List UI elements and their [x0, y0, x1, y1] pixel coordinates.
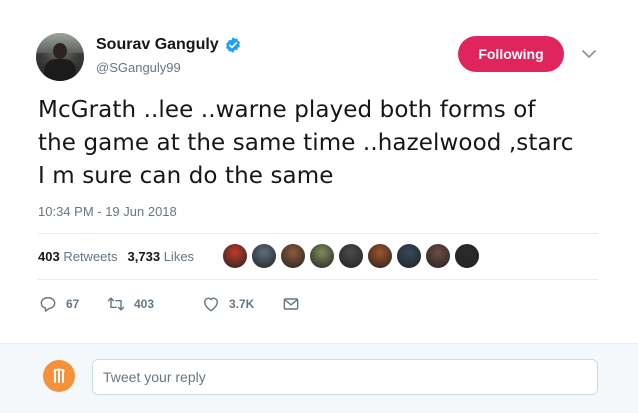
reply-area	[0, 343, 638, 413]
author-avatar[interactable]	[36, 33, 84, 81]
tweet-text-line: I m sure can do the same	[38, 163, 334, 189]
direct-message-action[interactable]	[281, 294, 309, 314]
likes-count: 3,733	[127, 248, 161, 264]
author-display-name[interactable]: Sourav Ganguly	[96, 36, 219, 54]
likes-stat[interactable]: 3,733 Likes	[128, 249, 195, 264]
liker-avatar[interactable]	[396, 243, 422, 269]
reply-user-avatar	[43, 360, 75, 392]
like-action[interactable]: 3.7K	[201, 294, 281, 314]
tweet-text-line: McGrath ..lee ..warne played both forms …	[38, 97, 536, 123]
tweet-text: McGrath ..lee ..warne played both forms …	[38, 94, 608, 193]
tweet-card: Sourav Ganguly @SGanguly99 Following McG…	[0, 0, 638, 343]
liker-avatar[interactable]	[425, 243, 451, 269]
liker-avatar[interactable]	[309, 243, 335, 269]
liker-avatar[interactable]	[338, 243, 364, 269]
chevron-down-icon[interactable]	[580, 47, 598, 61]
like-count: 3.7K	[229, 297, 255, 311]
avatar-body	[44, 59, 76, 81]
retweet-count: 403	[134, 297, 155, 311]
tweet-stats: 403 Retweets 3,733 Likes	[38, 240, 204, 272]
verified-badge-icon	[225, 37, 240, 53]
retweets-count: 403	[38, 248, 60, 264]
wickets-logo-icon	[53, 368, 65, 383]
divider	[38, 233, 598, 234]
retweet-action[interactable]: 403	[106, 294, 201, 314]
retweet-icon	[107, 297, 125, 311]
message-icon	[283, 298, 299, 310]
reply-icon	[40, 297, 56, 312]
reply-action[interactable]: 67	[38, 294, 106, 314]
author-handle[interactable]: @SGanguly99	[96, 60, 181, 75]
liker-avatar[interactable]	[251, 243, 277, 269]
liker-avatar[interactable]	[222, 243, 248, 269]
tweet-actions: 67 403 3.7K	[38, 291, 309, 317]
liker-avatar[interactable]	[280, 243, 306, 269]
retweets-stat[interactable]: 403 Retweets	[38, 249, 118, 264]
tweet-timestamp[interactable]: 10:34 PM - 19 Jun 2018	[38, 204, 177, 219]
author-name-row[interactable]: Sourav Ganguly	[96, 36, 242, 54]
reply-input[interactable]	[92, 359, 598, 395]
divider	[38, 279, 598, 280]
retweets-label: Retweets	[63, 248, 118, 264]
liker-avatar[interactable]	[367, 243, 393, 269]
tweet-text-line: the game at the same time ..hazelwood ,s…	[38, 130, 574, 156]
liker-avatar[interactable]	[454, 243, 480, 269]
likes-label: Likes	[163, 248, 195, 264]
liker-avatars	[222, 241, 483, 271]
reply-count: 67	[66, 297, 80, 311]
heart-icon	[204, 297, 218, 312]
avatar-head	[53, 43, 67, 59]
following-button[interactable]: Following	[458, 36, 564, 72]
